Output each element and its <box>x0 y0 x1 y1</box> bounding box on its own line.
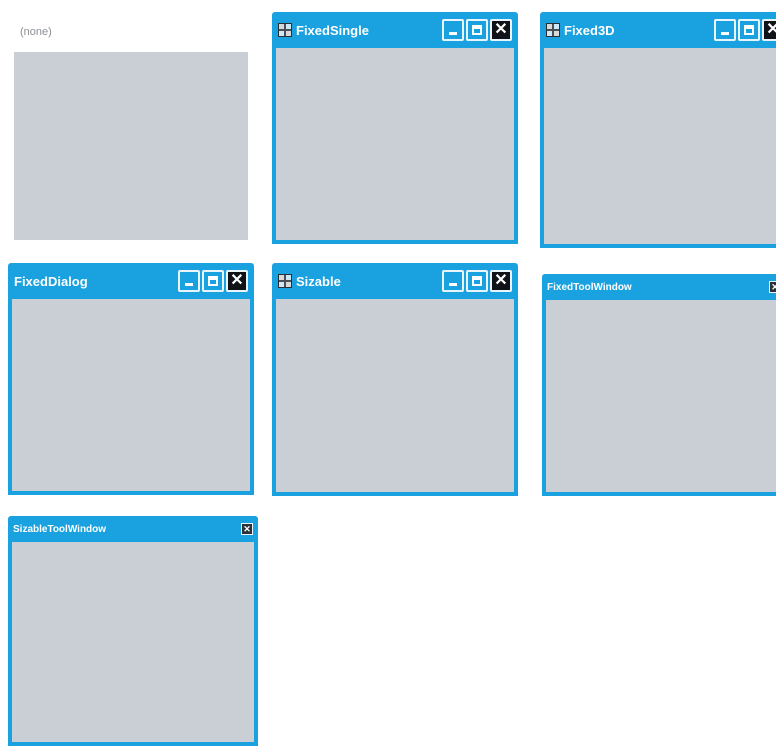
window-fixeddialog[interactable]: FixedDialog ✕ <box>8 263 254 495</box>
titlebar[interactable]: FixedSingle ✕ <box>272 12 518 48</box>
window-client[interactable] <box>544 48 776 244</box>
close-button[interactable]: ✕ <box>762 19 776 41</box>
window-client[interactable] <box>12 299 250 491</box>
minimize-button[interactable] <box>178 270 200 292</box>
maximize-button[interactable] <box>466 270 488 292</box>
window-client[interactable] <box>276 299 514 492</box>
minimize-button[interactable] <box>714 19 736 41</box>
app-icon[interactable] <box>278 274 292 288</box>
window-client[interactable] <box>12 542 254 742</box>
titlebar[interactable]: SizableToolWindow ✕ <box>8 516 258 542</box>
window-fixed3d[interactable]: Fixed3D ✕ <box>540 12 776 248</box>
window-fixedsingle[interactable]: FixedSingle ✕ <box>272 12 518 244</box>
maximize-button[interactable] <box>738 19 760 41</box>
titlebar[interactable]: Sizable ✕ <box>272 263 518 299</box>
window-title: FixedSingle <box>296 22 369 38</box>
window-title: FixedDialog <box>14 273 88 289</box>
window-title: FixedToolWindow <box>547 281 632 293</box>
minimize-button[interactable] <box>442 270 464 292</box>
window-client[interactable] <box>546 300 776 492</box>
window-title: SizableToolWindow <box>13 523 107 535</box>
app-icon[interactable] <box>546 23 560 37</box>
maximize-button[interactable] <box>466 19 488 41</box>
maximize-button[interactable] <box>202 270 224 292</box>
window-fixedtoolwindow[interactable]: FixedToolWindow ✕ <box>542 274 776 496</box>
window-sizable[interactable]: Sizable ✕ <box>272 263 518 496</box>
close-button[interactable]: ✕ <box>490 270 512 292</box>
none-form-client[interactable] <box>14 52 248 240</box>
close-button[interactable]: ✕ <box>769 281 776 293</box>
close-button[interactable]: ✕ <box>490 19 512 41</box>
close-button[interactable]: ✕ <box>241 523 253 535</box>
titlebar[interactable]: Fixed3D ✕ <box>540 12 776 48</box>
titlebar[interactable]: FixedDialog ✕ <box>8 263 254 299</box>
window-title: Sizable <box>296 273 341 289</box>
window-title: Fixed3D <box>564 22 615 38</box>
minimize-button[interactable] <box>442 19 464 41</box>
app-icon[interactable] <box>278 23 292 37</box>
window-client[interactable] <box>276 48 514 240</box>
window-sizabletoolwindow[interactable]: SizableToolWindow ✕ <box>8 516 258 746</box>
none-caption: (none) <box>20 26 52 38</box>
close-button[interactable]: ✕ <box>226 270 248 292</box>
titlebar[interactable]: FixedToolWindow ✕ <box>542 274 776 300</box>
